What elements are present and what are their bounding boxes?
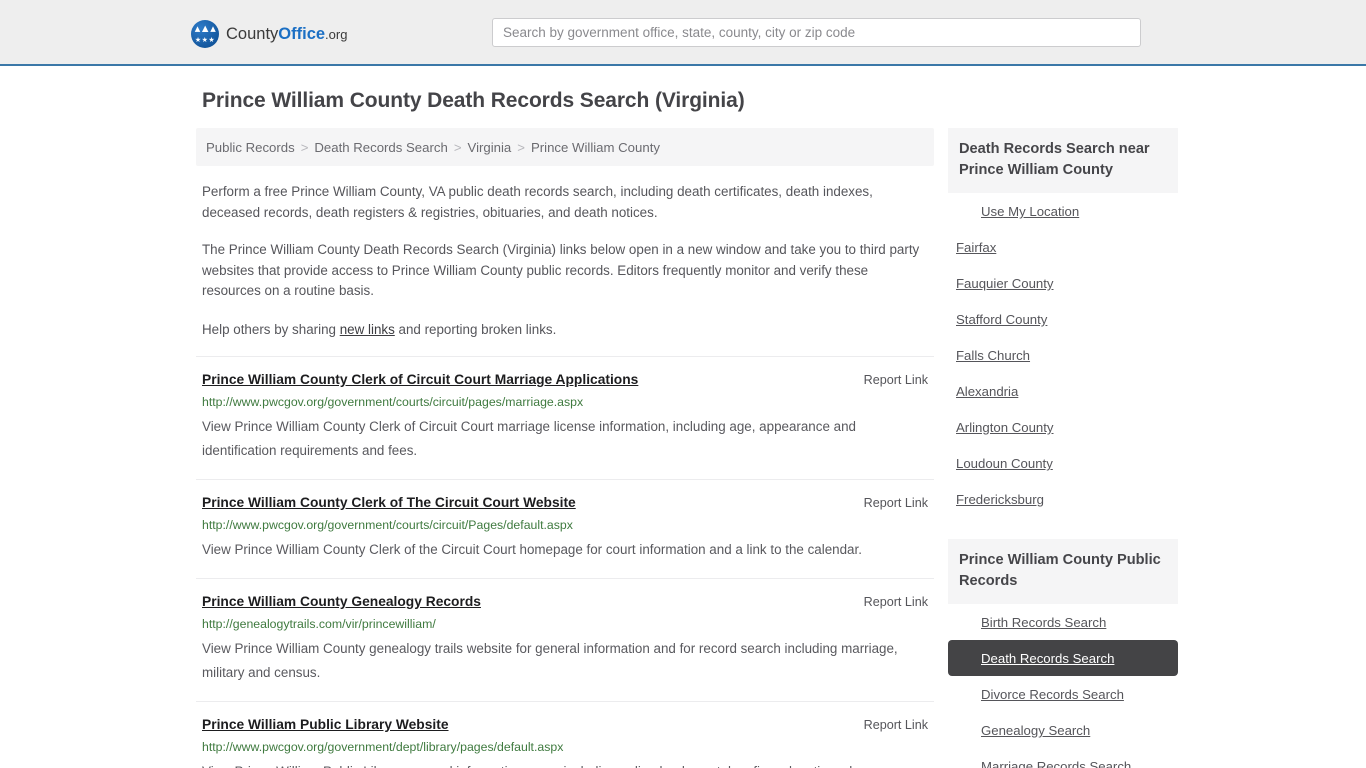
result-item: Prince William County Genealogy Records …	[196, 578, 934, 701]
sidebar-item-stafford-county[interactable]: Stafford County	[948, 301, 1178, 337]
logo-text-office: Office	[278, 24, 326, 43]
sidebar-item-falls-church[interactable]: Falls Church	[948, 337, 1178, 373]
sidebar-item-arlington-county[interactable]: Arlington County	[948, 409, 1178, 445]
sidebar-item-birth-records-search[interactable]: Birth Records Search	[948, 604, 1178, 640]
logo-text-county: County	[226, 24, 279, 43]
sidebar-list-nearby: Use My Location Fairfax Fauquier County …	[948, 193, 1178, 517]
sidebar-item-loudoun-county[interactable]: Loudoun County	[948, 445, 1178, 481]
result-header: Prince William County Clerk of Circuit C…	[202, 371, 928, 389]
sidebar-item-genealogy-search[interactable]: Genealogy Search	[948, 712, 1178, 748]
intro-paragraph-3: Help others by sharing new links and rep…	[196, 320, 934, 341]
result-url: http://www.pwcgov.org/government/dept/li…	[202, 740, 564, 754]
breadcrumb-separator: >	[453, 139, 462, 155]
result-description: View Prince William Public Library gener…	[202, 760, 917, 768]
result-url: http://www.pwcgov.org/government/courts/…	[202, 518, 573, 532]
report-link-button[interactable]: Report Link	[864, 716, 928, 734]
list-item: Marriage Records Search	[948, 748, 1178, 768]
result-description: View Prince William County genealogy tra…	[202, 641, 898, 680]
report-link-button[interactable]: Report Link	[864, 371, 928, 389]
result-header: Prince William Public Library Website Re…	[202, 716, 928, 734]
result-item: Prince William County Clerk of The Circu…	[196, 479, 934, 578]
list-item: Death Records Search	[948, 640, 1178, 676]
results-list: Prince William County Clerk of Circuit C…	[196, 356, 934, 768]
breadcrumb-item-2[interactable]: Virginia	[468, 140, 512, 155]
sidebar-item-divorce-records-search[interactable]: Divorce Records Search	[948, 676, 1178, 712]
intro-paragraph-1: Perform a free Prince William County, VA…	[202, 184, 873, 220]
search-input[interactable]	[492, 18, 1141, 47]
site-logo[interactable]: ▴▲▴ ★★★ CountyOffice.org	[191, 20, 347, 48]
content-columns: Public Records > Death Records Search > …	[196, 128, 1178, 768]
sidebar-item-fredericksburg[interactable]: Fredericksburg	[948, 481, 1178, 517]
sidebar-panel-public-records: Prince William County Public Records Bir…	[948, 539, 1178, 768]
sidebar-item-marriage-records-search[interactable]: Marriage Records Search	[948, 748, 1178, 768]
breadcrumb-item-0[interactable]: Public Records	[206, 140, 295, 155]
breadcrumb-separator: >	[517, 139, 525, 155]
result-title-link[interactable]: Prince William County Clerk of Circuit C…	[202, 371, 638, 389]
result-title-link[interactable]: Prince William Public Library Website	[202, 716, 449, 734]
breadcrumb-item-1[interactable]: Death Records Search	[314, 140, 447, 155]
page-body: Prince William County Death Records Sear…	[0, 88, 1366, 768]
sidebar-panel-nearby: Death Records Search near Prince William…	[948, 128, 1178, 517]
sidebar-item-use-my-location[interactable]: Use My Location	[948, 193, 1178, 229]
list-item: Use My Location	[948, 193, 1178, 229]
list-item: Alexandria	[948, 373, 1178, 409]
list-item: Stafford County	[948, 301, 1178, 337]
result-description: View Prince William County Clerk of Circ…	[202, 419, 856, 458]
sidebar-heading-public-records: Prince William County Public Records	[948, 539, 1178, 604]
report-link-button[interactable]: Report Link	[864, 593, 928, 611]
result-url: http://genealogytrails.com/vir/princewil…	[202, 617, 436, 631]
result-header: Prince William County Genealogy Records …	[202, 593, 928, 611]
result-title-link[interactable]: Prince William County Clerk of The Circu…	[202, 494, 576, 512]
new-links-link[interactable]: new links	[340, 322, 395, 337]
breadcrumb-item-3[interactable]: Prince William County	[531, 140, 660, 155]
result-item: Prince William Public Library Website Re…	[196, 701, 934, 768]
result-title-link[interactable]: Prince William County Genealogy Records	[202, 593, 481, 611]
site-header: ▴▲▴ ★★★ CountyOffice.org	[0, 0, 1366, 66]
list-item: Birth Records Search	[948, 604, 1178, 640]
sidebar-panel-spacer	[948, 517, 1178, 539]
list-item: Genealogy Search	[948, 712, 1178, 748]
sidebar-item-alexandria[interactable]: Alexandria	[948, 373, 1178, 409]
result-header: Prince William County Clerk of The Circu…	[202, 494, 928, 512]
eagle-shield-icon: ▴▲▴ ★★★	[191, 20, 219, 48]
list-item: Arlington County	[948, 409, 1178, 445]
breadcrumb-separator: >	[300, 139, 309, 155]
list-item: Fauquier County	[948, 265, 1178, 301]
breadcrumb: Public Records > Death Records Search > …	[196, 128, 934, 166]
content-container: Prince William County Death Records Sear…	[188, 88, 1178, 768]
sidebar-item-fauquier-county[interactable]: Fauquier County	[948, 265, 1178, 301]
page-title: Prince William County Death Records Sear…	[202, 89, 745, 112]
logo-text-org: .org	[325, 26, 348, 42]
logo-wordmark: CountyOffice.org	[226, 24, 347, 45]
list-item: Falls Church	[948, 337, 1178, 373]
intro-p3-after: and reporting broken links.	[394, 321, 557, 337]
intro-paragraph-2: The Prince William County Death Records …	[202, 242, 920, 298]
result-item: Prince William County Clerk of Circuit C…	[196, 356, 934, 479]
list-item: Loudoun County	[948, 445, 1178, 481]
intro-text: Perform a free Prince William County, VA…	[196, 182, 934, 340]
result-url: http://www.pwcgov.org/government/courts/…	[202, 395, 584, 409]
intro-p3-before: Help others by sharing	[202, 321, 340, 337]
list-item: Divorce Records Search	[948, 676, 1178, 712]
sidebar: Death Records Search near Prince William…	[948, 128, 1178, 768]
report-link-button[interactable]: Report Link	[864, 494, 928, 512]
sidebar-item-death-records-search[interactable]: Death Records Search	[948, 640, 1178, 676]
result-description: View Prince William County Clerk of the …	[202, 542, 862, 557]
sidebar-list-public-records: Birth Records Search Death Records Searc…	[948, 604, 1178, 768]
list-item: Fredericksburg	[948, 481, 1178, 517]
main-column: Public Records > Death Records Search > …	[196, 128, 934, 768]
sidebar-item-fairfax[interactable]: Fairfax	[948, 229, 1178, 265]
sidebar-heading-nearby: Death Records Search near Prince William…	[948, 128, 1178, 193]
list-item: Fairfax	[948, 229, 1178, 265]
